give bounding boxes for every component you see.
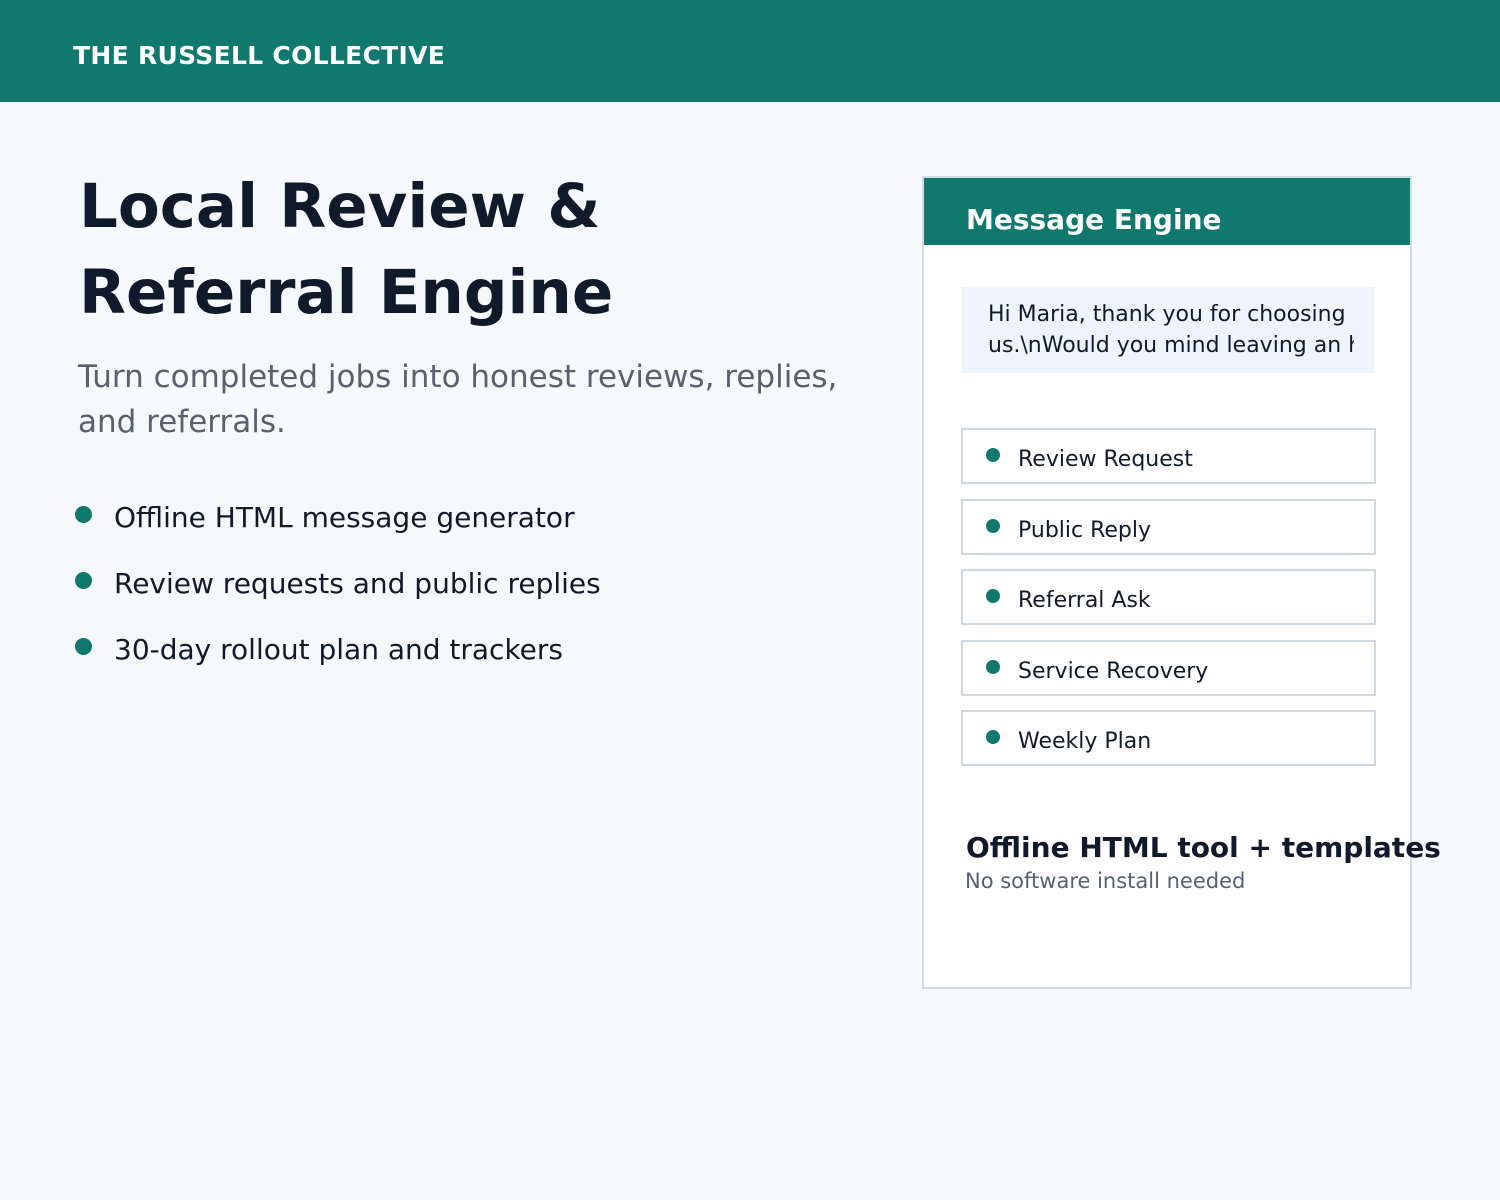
template-item-weekly-plan[interactable]: Weekly Plan: [961, 710, 1376, 766]
panel-footer-title: Offline HTML tool + templates: [966, 831, 1441, 864]
panel-header: Message Engine: [924, 178, 1410, 245]
feature-text: 30-day rollout plan and trackers: [114, 633, 563, 666]
template-item-service-recovery[interactable]: Service Recovery: [961, 639, 1376, 696]
bullet-dot-icon: [75, 572, 92, 589]
template-item-referral-ask[interactable]: Referral Ask: [961, 569, 1376, 625]
top-bar: THE RUSSELL COLLECTIVE: [0, 0, 1500, 102]
bullet-dot-icon: [986, 518, 1000, 533]
bullet-dot-icon: [75, 506, 92, 523]
bullet-dot-icon: [986, 659, 1000, 674]
bullet-dot-icon: [986, 730, 1000, 744]
message-preview-line: Hi Maria, thank you for choosing: [988, 302, 1346, 327]
panel-title: Message Engine: [966, 203, 1222, 236]
feature-item: Offline HTML message generator: [75, 496, 601, 562]
template-item-public-reply[interactable]: Public Reply: [961, 498, 1376, 555]
message-engine-panel: Message Engine Hi Maria, thank you for c…: [922, 176, 1441, 989]
bullet-dot-icon: [75, 638, 92, 655]
template-label: Weekly Plan: [1018, 729, 1152, 754]
template-label: Review Request: [1018, 447, 1193, 472]
feature-item: Review requests and public replies: [75, 562, 601, 628]
message-preview-line: us.\nWould you mind leaving an h: [988, 333, 1354, 358]
bullet-dot-icon: [986, 448, 1000, 462]
brand-name: THE RUSSELL COLLECTIVE: [73, 41, 446, 70]
feature-list: Offline HTML message generator Review re…: [75, 496, 601, 694]
panel-footer-subtitle: No software install needed: [965, 869, 1246, 893]
feature-item: 30-day rollout plan and trackers: [75, 628, 601, 694]
template-label: Service Recovery: [1018, 658, 1209, 684]
message-preview: Hi Maria, thank you for choosing us.\nWo…: [962, 287, 1374, 373]
feature-text: Review requests and public replies: [114, 567, 601, 600]
template-label: Referral Ask: [1018, 588, 1151, 613]
template-list: Review Request Public Reply Referral Ask…: [961, 428, 1376, 781]
page-subtitle: Turn completed jobs into honest reviews,…: [78, 359, 838, 440]
template-label: Public Reply: [1018, 517, 1152, 543]
page-title: Local Review & Referral Engine: [79, 171, 614, 328]
template-item-review-request[interactable]: Review Request: [961, 428, 1376, 484]
feature-text: Offline HTML message generator: [114, 501, 575, 534]
bullet-dot-icon: [986, 589, 1000, 603]
